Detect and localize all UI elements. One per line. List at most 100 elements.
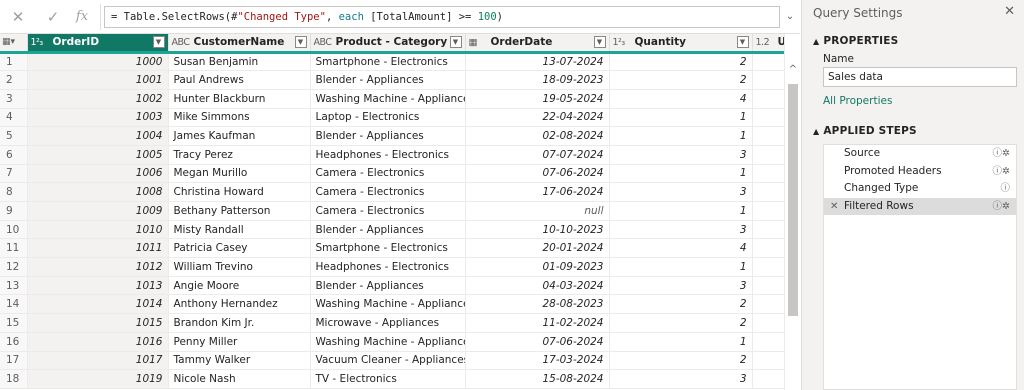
cell-product-category[interactable]: Smartphone - Electronics [310, 238, 466, 259]
cell-order-date[interactable]: 11-02-2024 [465, 313, 610, 333]
cell-order-date[interactable]: 19-05-2024 [465, 89, 610, 109]
applied-step-changed-type[interactable]: Changed Type ⓘ [824, 180, 1016, 198]
cell-customer-name[interactable]: Tracy Perez [168, 145, 311, 165]
cell-unit-price[interactable] [752, 89, 784, 109]
properties-header[interactable]: ▲ PROPERTIES [813, 35, 898, 47]
query-name-input[interactable] [823, 67, 1017, 87]
cell-customer-name[interactable]: Penny Miller [168, 332, 311, 352]
cell-product-category[interactable]: Blender - Appliances [310, 276, 466, 296]
column-header-orderdate[interactable]: ▦ OrderDate ▼ [465, 34, 610, 54]
close-icon[interactable]: ✕ [1004, 4, 1015, 19]
step-settings-icon[interactable]: ⓘ✲ [993, 145, 1010, 163]
table-row[interactable]: 17 1017 Tammy Walker Vacuum Cleaner - Appli… [0, 351, 784, 371]
filter-dropdown-icon[interactable]: ▼ [152, 36, 165, 48]
cell-customer-name[interactable]: Hunter Blackburn [168, 89, 311, 109]
row-number[interactable]: 6 [0, 145, 28, 165]
table-row[interactable]: 9 1009 Bethany Patterson Camera - Electroni… [0, 201, 784, 221]
table-row[interactable]: 6 1005 Tracy Perez Headphones - Electronics… [0, 145, 784, 165]
cell-quantity[interactable]: 3 [609, 369, 753, 389]
table-row[interactable]: 2 1001 Paul Andrews Blender - Appliances 18-… [0, 70, 784, 90]
cell-order-id[interactable]: 1012 [27, 257, 169, 277]
cell-unit-price[interactable] [752, 369, 784, 389]
cell-customer-name[interactable]: Megan Murillo [168, 164, 311, 184]
cell-quantity[interactable]: 2 [609, 70, 753, 90]
cell-product-category[interactable]: Laptop - Electronics [310, 108, 466, 128]
step-settings-icon[interactable]: ⓘ✲ [993, 163, 1010, 181]
data-type-icon[interactable]: 1²₃ [613, 37, 635, 48]
cell-order-date[interactable]: 22-04-2024 [465, 108, 610, 128]
cell-quantity[interactable]: 2 [609, 351, 753, 371]
cell-unit-price[interactable] [752, 257, 784, 277]
commit-formula-icon[interactable]: ✓ [45, 8, 61, 26]
cell-product-category[interactable]: Blender - Appliances [310, 126, 466, 146]
cell-quantity[interactable]: 2 [609, 52, 753, 72]
cell-order-id[interactable]: 1003 [27, 108, 169, 128]
fx-icon[interactable]: fx [74, 8, 90, 26]
cell-product-category[interactable]: TV - Electronics [310, 369, 466, 389]
applied-step-filtered-rows[interactable]: ✕ Filtered Rows ⓘ✲ [824, 197, 1016, 216]
cell-quantity[interactable]: 3 [609, 182, 753, 202]
cell-customer-name[interactable]: James Kaufman [168, 126, 311, 146]
cell-unit-price[interactable] [752, 332, 784, 352]
cell-unit-price[interactable] [752, 108, 784, 128]
cell-order-date[interactable]: 04-03-2024 [465, 276, 610, 296]
column-header-customername[interactable]: ABC CustomerName ▼ [168, 34, 311, 54]
cell-unit-price[interactable] [752, 238, 784, 259]
table-row[interactable]: 16 1016 Penny Miller Washing Machine - Appl… [0, 332, 784, 352]
cell-product-category[interactable]: Washing Machine - Appliances [310, 294, 466, 315]
cell-order-date[interactable]: 17-06-2024 [465, 182, 610, 202]
cell-order-id[interactable]: 1010 [27, 220, 169, 240]
cell-customer-name[interactable]: Angie Moore [168, 276, 311, 296]
cell-order-id[interactable]: 1013 [27, 276, 169, 296]
cancel-formula-icon[interactable]: ✕ [10, 8, 26, 26]
cell-quantity[interactable]: 2 [609, 294, 753, 315]
cell-unit-price[interactable] [752, 52, 784, 72]
row-number[interactable]: 15 [0, 313, 28, 333]
applied-step-source[interactable]: Source ⓘ✲ [824, 145, 1016, 163]
row-number[interactable]: 12 [0, 257, 28, 277]
cell-customer-name[interactable]: Patricia Casey [168, 238, 311, 259]
cell-quantity[interactable]: 1 [609, 332, 753, 352]
cell-customer-name[interactable]: Susan Benjamin [168, 52, 311, 72]
table-row[interactable]: 3 1002 Hunter Blackburn Washing Machine - A… [0, 89, 784, 109]
filter-dropdown-icon[interactable]: ▼ [593, 36, 606, 48]
column-header-quantity[interactable]: 1²₃ Quantity ▼ [609, 34, 753, 54]
cell-unit-price[interactable] [752, 126, 784, 146]
cell-order-date[interactable]: 17-03-2024 [465, 351, 610, 371]
cell-quantity[interactable]: 3 [609, 145, 753, 165]
expand-formula-chevron-icon[interactable]: ⌄ [783, 8, 797, 26]
table-row[interactable]: 1 1000 Susan Benjamin Smartphone - Electron… [0, 52, 784, 72]
cell-product-category[interactable]: Camera - Electronics [310, 201, 466, 221]
scroll-up-icon[interactable]: ^ [787, 64, 799, 76]
cell-product-category[interactable]: Microwave - Appliances [310, 313, 466, 333]
column-header-unitpr[interactable]: 1.2UnitPr [752, 34, 784, 54]
table-row[interactable]: 12 1012 William Trevino Headphones - Electr… [0, 257, 784, 277]
cell-unit-price[interactable] [752, 70, 784, 90]
cell-order-date[interactable]: 15-08-2024 [465, 369, 610, 389]
cell-customer-name[interactable]: Anthony Hernandez [168, 294, 311, 315]
cell-unit-price[interactable] [752, 313, 784, 333]
cell-product-category[interactable]: Headphones - Electronics [310, 145, 466, 165]
table-row[interactable]: 4 1003 Mike Simmons Laptop - Electronics 22-… [0, 108, 784, 128]
cell-order-date[interactable]: 13-07-2024 [465, 52, 610, 72]
cell-quantity[interactable]: 3 [609, 220, 753, 240]
data-type-icon[interactable]: ABC [314, 37, 336, 48]
cell-order-date[interactable]: 20-01-2024 [465, 238, 610, 259]
cell-unit-price[interactable] [752, 351, 784, 371]
applied-steps-header[interactable]: ▲ APPLIED STEPS [813, 125, 917, 137]
cell-product-category[interactable]: Headphones - Electronics [310, 257, 466, 277]
cell-order-id[interactable]: 1015 [27, 313, 169, 333]
cell-order-id[interactable]: 1011 [27, 238, 169, 259]
cell-quantity[interactable]: 1 [609, 201, 753, 221]
cell-customer-name[interactable]: Misty Randall [168, 220, 311, 240]
filter-dropdown-icon[interactable]: ▼ [736, 36, 749, 48]
row-number[interactable]: 2 [0, 70, 28, 90]
delete-step-icon[interactable]: ✕ [830, 198, 838, 216]
column-header-orderid[interactable]: 1²₃ OrderID ▼ [27, 34, 169, 54]
cell-product-category[interactable]: Vacuum Cleaner - Appliances [310, 351, 466, 371]
step-settings-icon[interactable]: ⓘ✲ [993, 198, 1010, 216]
row-number[interactable]: 1 [0, 52, 28, 72]
cell-order-date[interactable]: 18-09-2023 [465, 70, 610, 90]
applied-step-promoted-headers[interactable]: Promoted Headers ⓘ✲ [824, 163, 1016, 181]
cell-order-date[interactable]: 02-08-2024 [465, 126, 610, 146]
